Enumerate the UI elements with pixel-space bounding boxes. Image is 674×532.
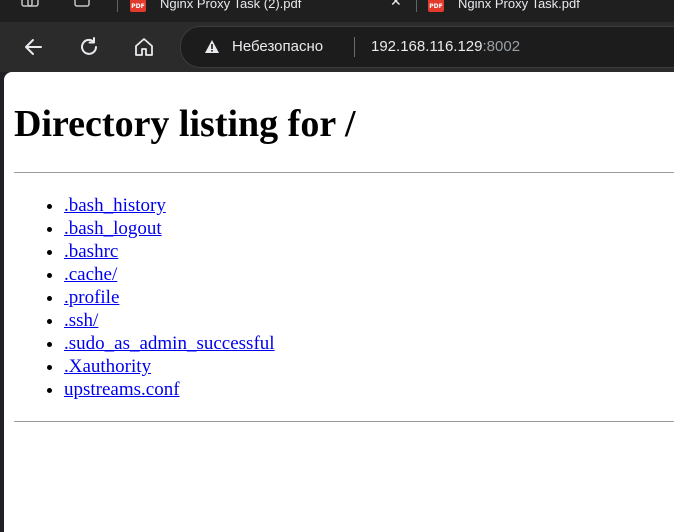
tab-title: Nginx Proxy Task.pdf bbox=[458, 0, 580, 11]
list-item: .profile bbox=[64, 286, 275, 309]
pdf-icon: PDF bbox=[130, 0, 146, 12]
list-item: .cache/ bbox=[64, 263, 275, 286]
file-link[interactable]: .cache/ bbox=[64, 264, 117, 285]
file-link[interactable]: upstreams.conf bbox=[64, 379, 180, 400]
page-title: Directory listing for / bbox=[14, 103, 356, 145]
back-arrow-icon[interactable] bbox=[22, 36, 44, 58]
warning-icon[interactable] bbox=[205, 40, 219, 53]
list-item: .ssh/ bbox=[64, 309, 275, 332]
close-tab-icon[interactable]: ✕ bbox=[390, 0, 402, 10]
file-link[interactable]: .sudo_as_admin_successful bbox=[64, 333, 275, 354]
file-link[interactable]: .bash_history bbox=[64, 195, 166, 216]
url-text[interactable]: 192.168.116.129:8002 bbox=[371, 38, 520, 55]
security-status-label[interactable]: Небезопасно bbox=[232, 38, 323, 55]
top-divider bbox=[14, 172, 674, 173]
url-port: :8002 bbox=[482, 38, 521, 55]
list-item: .sudo_as_admin_successful bbox=[64, 332, 275, 355]
home-icon[interactable] bbox=[133, 36, 155, 58]
workspaces-icon[interactable] bbox=[20, 0, 40, 8]
list-item: upstreams.conf bbox=[64, 378, 275, 401]
url-host: 192.168.116.129 bbox=[371, 38, 483, 55]
list-item: .Xauthority bbox=[64, 355, 275, 378]
browser-toolbar: Небезопасно 192.168.116.129:8002 bbox=[0, 22, 674, 72]
tab-separator bbox=[416, 0, 417, 12]
tab-pdf-1[interactable]: PDF Nginx Proxy Task (2).pdf bbox=[130, 0, 301, 14]
file-link[interactable]: .bashrc bbox=[64, 241, 118, 262]
list-item: .bash_logout bbox=[64, 217, 275, 240]
bottom-divider bbox=[14, 421, 674, 422]
address-bar[interactable]: Небезопасно 192.168.116.129:8002 bbox=[180, 26, 674, 68]
file-link[interactable]: .ssh/ bbox=[64, 310, 98, 331]
tab-separator bbox=[117, 0, 118, 12]
file-link[interactable]: .Xauthority bbox=[64, 356, 151, 377]
tab-title: Nginx Proxy Task (2).pdf bbox=[160, 0, 302, 11]
list-item: .bash_history bbox=[64, 194, 275, 217]
tab-strip: PDF Nginx Proxy Task (2).pdf ✕ PDF Nginx… bbox=[0, 0, 674, 22]
tab-actions-icon[interactable] bbox=[72, 0, 92, 8]
page-viewport: Directory listing for / .bash_history .b… bbox=[4, 72, 674, 532]
file-list: .bash_history .bash_logout .bashrc .cach… bbox=[14, 194, 275, 401]
url-divider bbox=[354, 37, 355, 57]
list-item: .bashrc bbox=[64, 240, 275, 263]
pdf-icon: PDF bbox=[428, 0, 444, 12]
file-link[interactable]: .bash_logout bbox=[64, 218, 162, 239]
reload-icon[interactable] bbox=[78, 36, 100, 58]
tab-pdf-2[interactable]: PDF Nginx Proxy Task.pdf bbox=[428, 0, 580, 14]
file-link[interactable]: .profile bbox=[64, 287, 119, 308]
